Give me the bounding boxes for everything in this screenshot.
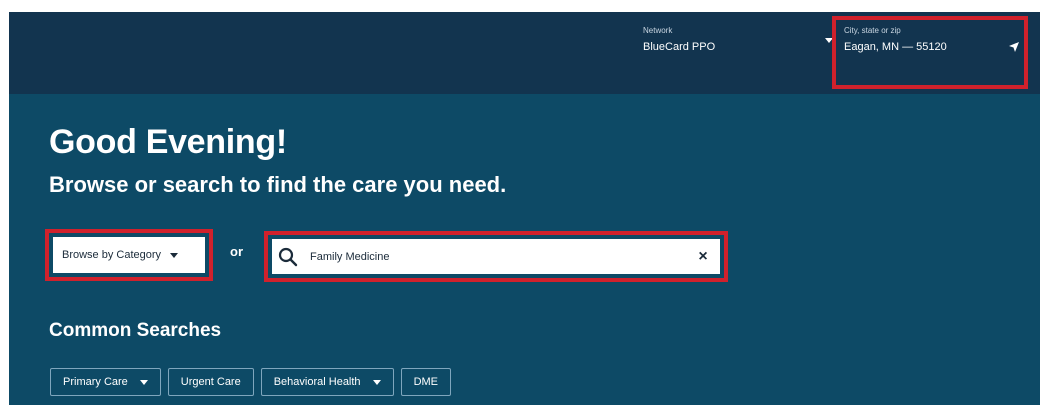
- locate-arrow-icon[interactable]: [1008, 40, 1020, 58]
- network-selector[interactable]: Network BlueCard PPO: [643, 26, 833, 53]
- location-field[interactable]: City, state or zip Eagan, MN — 55120: [832, 16, 1028, 89]
- chip-label: Urgent Care: [180, 376, 241, 388]
- network-value: BlueCard PPO: [643, 41, 716, 53]
- subtitle-heading: Browse or search to find the care you ne…: [49, 172, 507, 197]
- search-icon: [278, 247, 298, 267]
- browse-by-category-label: Browse by Category: [62, 249, 162, 261]
- search-box[interactable]: ×: [272, 239, 720, 274]
- caret-down-icon: [170, 252, 179, 258]
- chip-label: Primary Care: [63, 376, 128, 388]
- search-highlight: ×: [264, 231, 728, 282]
- chip-primary-care[interactable]: Primary Care: [50, 368, 161, 396]
- common-search-chips: Primary Care Urgent Care Behavioral Heal…: [50, 368, 452, 396]
- clear-search-icon[interactable]: ×: [692, 248, 714, 266]
- greeting-heading: Good Evening!: [49, 123, 287, 161]
- browse-highlight: Browse by Category: [45, 229, 213, 281]
- caret-down-icon: [139, 379, 148, 385]
- chip-urgent-care[interactable]: Urgent Care: [167, 368, 254, 396]
- or-separator: or: [230, 244, 243, 259]
- chip-behavioral-health[interactable]: Behavioral Health: [260, 368, 394, 396]
- chip-dme[interactable]: DME: [400, 368, 452, 396]
- location-value: Eagan, MN — 55120: [844, 41, 947, 53]
- caret-down-icon: [372, 379, 381, 385]
- hero-section: Good Evening! Browse or search to find t…: [9, 94, 1040, 405]
- search-input[interactable]: [308, 249, 692, 264]
- chip-label: Behavioral Health: [273, 376, 361, 388]
- browse-by-category-button[interactable]: Browse by Category: [53, 237, 205, 273]
- network-label: Network: [643, 26, 673, 35]
- location-label: City, state or zip: [844, 26, 901, 35]
- common-searches-heading: Common Searches: [49, 320, 222, 341]
- top-bar: Network BlueCard PPO City, state or zip …: [9, 12, 1040, 94]
- chip-label: DME: [413, 376, 439, 388]
